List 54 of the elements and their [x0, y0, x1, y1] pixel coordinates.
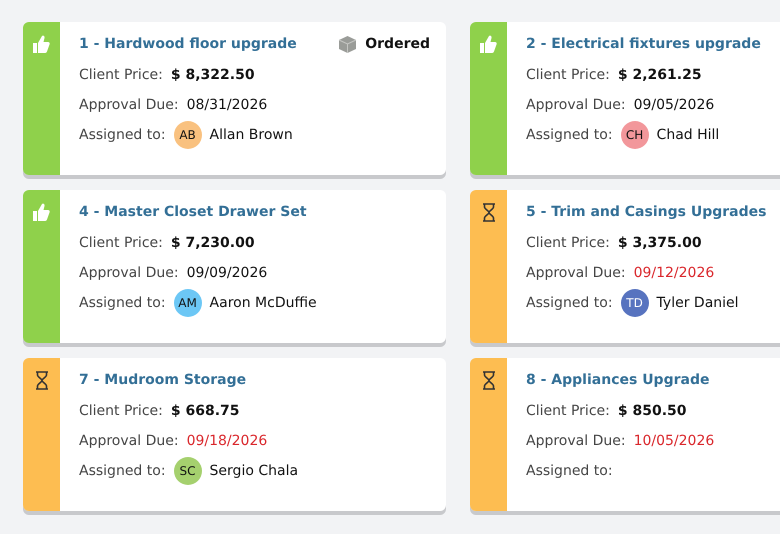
card-title[interactable]: 8 - Appliances Upgrade: [526, 372, 710, 388]
price-label: Client Price:: [526, 402, 610, 418]
card-title[interactable]: 1 - Hardwood floor upgrade: [79, 36, 297, 52]
assignee-name: Allan Brown: [210, 126, 293, 142]
status-text: Ordered: [365, 36, 430, 52]
assigned-label: Assigned to:: [526, 126, 613, 142]
price-label: Client Price:: [526, 234, 610, 250]
due-date: 10/05/2026: [634, 432, 714, 448]
due-date: 09/18/2026: [186, 432, 268, 448]
due-label: Approval Due:: [79, 96, 179, 112]
assigned-label: Assigned to:: [526, 294, 613, 310]
price-value: $ 2,261.25: [618, 66, 702, 82]
price-value: $ 8,322.50: [170, 66, 255, 82]
price-value: $ 3,375.00: [618, 234, 702, 250]
avatar: SC: [174, 456, 202, 484]
card-title[interactable]: 4 - Master Closet Drawer Set: [79, 204, 307, 220]
avatar: CH: [620, 120, 649, 148]
price-label: Client Price:: [79, 402, 163, 418]
due-label: Approval Due:: [79, 432, 179, 448]
price-value: $ 7,230.00: [170, 234, 255, 250]
card-title[interactable]: 2 - Electrical fixtures upgrade: [526, 36, 761, 52]
thumbs-up-icon: [33, 35, 50, 53]
due-label: Approval Due:: [526, 96, 626, 112]
price-label: Client Price:: [526, 66, 610, 82]
assignee-name: Aaron McDuffie: [210, 294, 317, 310]
price-value: $ 850.50: [618, 402, 686, 418]
avatar: AB: [174, 120, 202, 148]
due-label: Approval Due:: [526, 264, 626, 280]
price-label: Client Price:: [79, 234, 163, 250]
due-date: 09/05/2026: [634, 96, 714, 112]
due-date: 09/09/2026: [186, 264, 268, 280]
assigned-label: Assigned to:: [526, 462, 613, 478]
thumbs-up-icon: [480, 35, 497, 53]
due-date: 08/31/2026: [186, 96, 268, 112]
price-value: $ 668.75: [170, 402, 240, 418]
hourglass-icon: [34, 371, 48, 390]
due-label: Approval Due:: [526, 432, 626, 448]
avatar: TD: [620, 288, 649, 316]
assigned-label: Assigned to:: [79, 294, 166, 310]
hourglass-icon: [482, 371, 496, 390]
hourglass-icon: [482, 203, 496, 222]
assignee-name: Sergio Chala: [210, 462, 298, 478]
card-title[interactable]: 7 - Mudroom Storage: [79, 372, 246, 388]
avatar: AM: [174, 288, 202, 316]
thumbs-up-icon: [33, 203, 50, 221]
assignee-name: Chad Hill: [656, 126, 720, 142]
due-label: Approval Due:: [79, 264, 179, 280]
card-title[interactable]: 5 - Trim and Casings Upgrades: [526, 204, 766, 220]
assignee-name: Tyler Daniel: [656, 294, 739, 310]
assigned-label: Assigned to:: [79, 462, 166, 478]
assigned-label: Assigned to:: [79, 126, 166, 142]
due-date: 09/12/2026: [634, 264, 714, 280]
box-icon: [338, 34, 358, 54]
price-label: Client Price:: [79, 66, 163, 82]
